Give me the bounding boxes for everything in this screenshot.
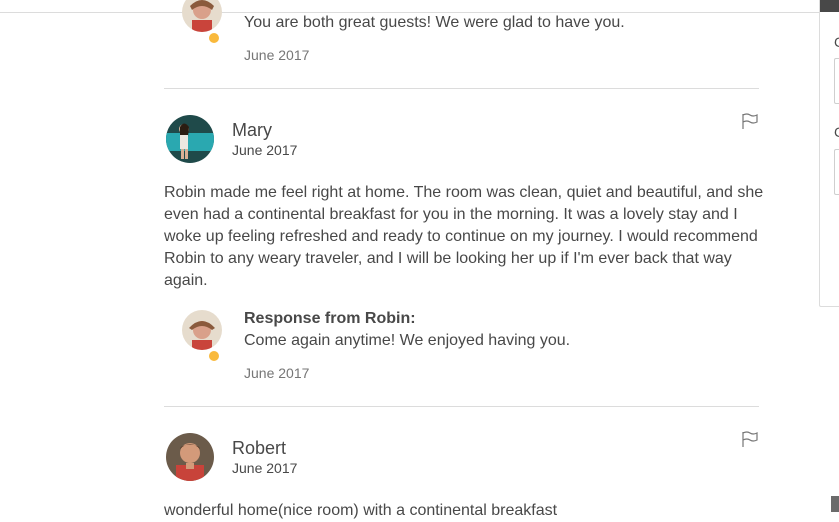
response-date: June 2017: [244, 365, 310, 381]
reviewer-avatar[interactable]: [166, 115, 214, 163]
divider: [164, 406, 759, 407]
reviewer-name: Robert: [232, 438, 287, 458]
review-text: wonderful home(nice room) with a contine…: [164, 502, 558, 519]
reviewer-name: Mary: [232, 120, 272, 140]
response-date: June 2017: [244, 47, 310, 63]
flag-icon[interactable]: [741, 112, 759, 130]
review-text: Robin made me feel right at home. The ro…: [164, 184, 764, 289]
booking-panel-label: C: [834, 124, 839, 140]
booking-panel-header: [820, 0, 839, 12]
host-badge-icon: [208, 32, 220, 44]
scrollbar-thumb[interactable]: [831, 496, 839, 512]
response-text: You are both great guests! We were glad …: [244, 14, 625, 31]
booking-panel: C C: [819, 0, 839, 307]
host-avatar: [182, 310, 222, 350]
flag-icon[interactable]: [741, 430, 759, 448]
booking-panel-label: C: [834, 34, 839, 50]
booking-date-field[interactable]: [834, 58, 839, 104]
booking-guests-field[interactable]: [834, 149, 839, 195]
divider: [164, 88, 759, 89]
reviewer-avatar[interactable]: [166, 433, 214, 481]
response-title: Response from Robin:: [244, 310, 416, 327]
top-bar: [0, 0, 820, 13]
host-avatar: [182, 0, 222, 32]
host-badge-icon: [208, 350, 220, 362]
response-text: Come again anytime! We enjoyed having yo…: [244, 332, 571, 349]
review-date: June 2017: [232, 460, 298, 476]
review-date: June 2017: [232, 142, 298, 158]
